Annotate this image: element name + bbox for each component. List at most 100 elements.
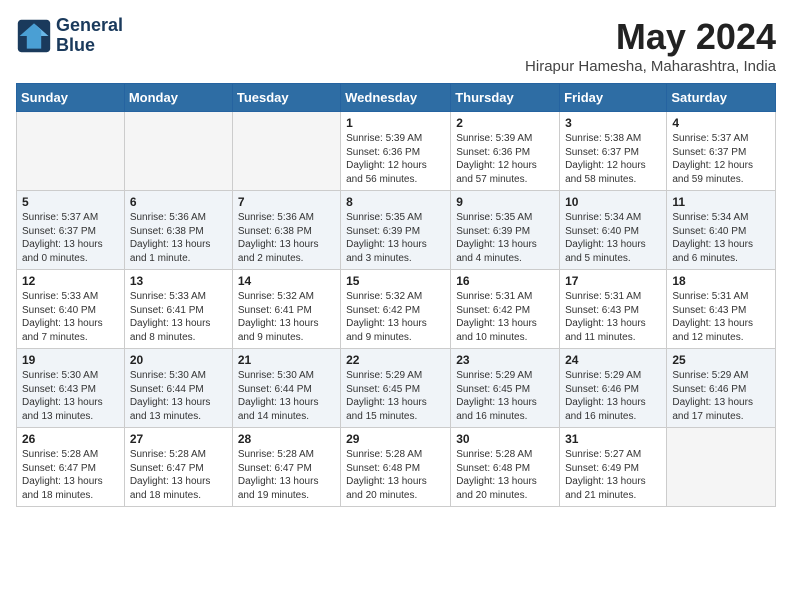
location: Hirapur Hamesha, Maharashtra, India bbox=[525, 58, 776, 75]
calendar-cell: 24 Sunrise: 5:29 AM Sunset: 6:46 PM Dayli… bbox=[560, 349, 667, 428]
day-info: Sunrise: 5:31 AM Sunset: 6:42 PM Dayligh… bbox=[456, 290, 554, 344]
day-number: 28 bbox=[238, 432, 335, 446]
day-info: Sunrise: 5:33 AM Sunset: 6:40 PM Dayligh… bbox=[22, 290, 119, 344]
day-number: 15 bbox=[346, 274, 445, 288]
day-number: 21 bbox=[238, 353, 335, 367]
day-info: Sunrise: 5:37 AM Sunset: 6:37 PM Dayligh… bbox=[672, 132, 770, 186]
calendar-cell: 14Sunrise: 5:32 AM Sunset: 6:41 PM Dayli… bbox=[232, 270, 340, 349]
day-of-week-header: Monday bbox=[124, 84, 232, 112]
calendar-header-row: SundayMondayTuesdayWednesdayThursdayFrid… bbox=[17, 84, 776, 112]
calendar-table: SundayMondayTuesdayWednesdayThursdayFrid… bbox=[16, 83, 776, 507]
day-info: Sunrise: 5:35 AM Sunset: 6:39 PM Dayligh… bbox=[456, 211, 554, 265]
calendar-week-row: 26Sunrise: 5:28 AM Sunset: 6:47 PM Dayli… bbox=[17, 428, 776, 507]
page-header: General Blue May 2024 Hirapur Hamesha, M… bbox=[16, 16, 776, 75]
day-number: 19 bbox=[22, 353, 119, 367]
day-info: Sunrise: 5:33 AM Sunset: 6:41 PM Dayligh… bbox=[130, 290, 227, 344]
calendar-cell: 7 Sunrise: 5:36 AM Sunset: 6:38 PM Daylig… bbox=[232, 191, 340, 270]
day-of-week-header: Friday bbox=[560, 84, 667, 112]
calendar-cell: 4Sunrise: 5:37 AM Sunset: 6:37 PM Daylig… bbox=[667, 112, 776, 191]
calendar-cell: 21 Sunrise: 5:30 AM Sunset: 6:44 PM Dayli… bbox=[232, 349, 340, 428]
day-info: Sunrise: 5:30 AM Sunset: 6:44 PM Dayligh… bbox=[130, 369, 227, 423]
day-number: 5 bbox=[22, 195, 119, 209]
calendar-cell bbox=[17, 112, 125, 191]
calendar-cell: 18 Sunrise: 5:31 AM Sunset: 6:43 PM Dayli… bbox=[667, 270, 776, 349]
calendar-cell: 27 Sunrise: 5:28 AM Sunset: 6:47 PM Dayli… bbox=[124, 428, 232, 507]
calendar-cell: 29 Sunrise: 5:28 AM Sunset: 6:48 PM Dayli… bbox=[341, 428, 451, 507]
month-year: May 2024 bbox=[525, 16, 776, 58]
day-info: Sunrise: 5:37 AM Sunset: 6:37 PM Dayligh… bbox=[22, 211, 119, 265]
calendar-cell: 17 Sunrise: 5:31 AM Sunset: 6:43 PM Dayli… bbox=[560, 270, 667, 349]
calendar-cell: 5 Sunrise: 5:37 AM Sunset: 6:37 PM Daylig… bbox=[17, 191, 125, 270]
day-number: 8 bbox=[346, 195, 445, 209]
calendar-cell: 22 Sunrise: 5:29 AM Sunset: 6:45 PM Dayli… bbox=[341, 349, 451, 428]
day-number: 23 bbox=[456, 353, 554, 367]
calendar-cell: 26Sunrise: 5:28 AM Sunset: 6:47 PM Dayli… bbox=[17, 428, 125, 507]
day-info: Sunrise: 5:36 AM Sunset: 6:38 PM Dayligh… bbox=[130, 211, 227, 265]
day-number: 18 bbox=[672, 274, 770, 288]
day-number: 29 bbox=[346, 432, 445, 446]
calendar-cell: 16 Sunrise: 5:31 AM Sunset: 6:42 PM Dayli… bbox=[451, 270, 560, 349]
day-number: 30 bbox=[456, 432, 554, 446]
day-number: 17 bbox=[565, 274, 661, 288]
calendar-cell: 20 Sunrise: 5:30 AM Sunset: 6:44 PM Dayli… bbox=[124, 349, 232, 428]
day-number: 9 bbox=[456, 195, 554, 209]
logo-line2: Blue bbox=[56, 36, 123, 56]
day-info: Sunrise: 5:32 AM Sunset: 6:42 PM Dayligh… bbox=[346, 290, 445, 344]
calendar-cell: 13 Sunrise: 5:33 AM Sunset: 6:41 PM Dayli… bbox=[124, 270, 232, 349]
calendar-cell bbox=[667, 428, 776, 507]
calendar-cell: 23 Sunrise: 5:29 AM Sunset: 6:45 PM Dayli… bbox=[451, 349, 560, 428]
day-info: Sunrise: 5:28 AM Sunset: 6:48 PM Dayligh… bbox=[346, 448, 445, 502]
day-info: Sunrise: 5:29 AM Sunset: 6:45 PM Dayligh… bbox=[456, 369, 554, 423]
day-info: Sunrise: 5:35 AM Sunset: 6:39 PM Dayligh… bbox=[346, 211, 445, 265]
day-info: Sunrise: 5:34 AM Sunset: 6:40 PM Dayligh… bbox=[672, 211, 770, 265]
day-info: Sunrise: 5:28 AM Sunset: 6:47 PM Dayligh… bbox=[130, 448, 227, 502]
day-of-week-header: Thursday bbox=[451, 84, 560, 112]
day-number: 22 bbox=[346, 353, 445, 367]
day-number: 31 bbox=[565, 432, 661, 446]
calendar-cell: 11Sunrise: 5:34 AM Sunset: 6:40 PM Dayli… bbox=[667, 191, 776, 270]
day-of-week-header: Tuesday bbox=[232, 84, 340, 112]
day-info: Sunrise: 5:36 AM Sunset: 6:38 PM Dayligh… bbox=[238, 211, 335, 265]
day-info: Sunrise: 5:28 AM Sunset: 6:48 PM Dayligh… bbox=[456, 448, 554, 502]
calendar-week-row: 19 Sunrise: 5:30 AM Sunset: 6:43 PM Dayli… bbox=[17, 349, 776, 428]
day-number: 7 bbox=[238, 195, 335, 209]
day-info: Sunrise: 5:28 AM Sunset: 6:47 PM Dayligh… bbox=[238, 448, 335, 502]
day-number: 2 bbox=[456, 116, 554, 130]
calendar-cell: 9 Sunrise: 5:35 AM Sunset: 6:39 PM Daylig… bbox=[451, 191, 560, 270]
calendar-cell: 6Sunrise: 5:36 AM Sunset: 6:38 PM Daylig… bbox=[124, 191, 232, 270]
logo: General Blue bbox=[16, 16, 123, 56]
calendar-week-row: 5 Sunrise: 5:37 AM Sunset: 6:37 PM Daylig… bbox=[17, 191, 776, 270]
calendar-cell bbox=[124, 112, 232, 191]
day-info: Sunrise: 5:29 AM Sunset: 6:46 PM Dayligh… bbox=[565, 369, 661, 423]
day-info: Sunrise: 5:31 AM Sunset: 6:43 PM Dayligh… bbox=[565, 290, 661, 344]
day-number: 10 bbox=[565, 195, 661, 209]
day-number: 16 bbox=[456, 274, 554, 288]
day-number: 14 bbox=[238, 274, 335, 288]
day-of-week-header: Sunday bbox=[17, 84, 125, 112]
day-of-week-header: Saturday bbox=[667, 84, 776, 112]
calendar-cell: 8 Sunrise: 5:35 AM Sunset: 6:39 PM Daylig… bbox=[341, 191, 451, 270]
day-number: 20 bbox=[130, 353, 227, 367]
calendar-cell: 15 Sunrise: 5:32 AM Sunset: 6:42 PM Dayli… bbox=[341, 270, 451, 349]
logo-line1: General bbox=[56, 16, 123, 36]
day-number: 27 bbox=[130, 432, 227, 446]
day-info: Sunrise: 5:27 AM Sunset: 6:49 PM Dayligh… bbox=[565, 448, 661, 502]
day-info: Sunrise: 5:30 AM Sunset: 6:44 PM Dayligh… bbox=[238, 369, 335, 423]
calendar-week-row: 12Sunrise: 5:33 AM Sunset: 6:40 PM Dayli… bbox=[17, 270, 776, 349]
day-number: 25 bbox=[672, 353, 770, 367]
calendar-cell: 31 Sunrise: 5:27 AM Sunset: 6:49 PM Dayli… bbox=[560, 428, 667, 507]
day-info: Sunrise: 5:38 AM Sunset: 6:37 PM Dayligh… bbox=[565, 132, 661, 186]
day-number: 3 bbox=[565, 116, 661, 130]
calendar-cell: 10Sunrise: 5:34 AM Sunset: 6:40 PM Dayli… bbox=[560, 191, 667, 270]
calendar-cell: 12Sunrise: 5:33 AM Sunset: 6:40 PM Dayli… bbox=[17, 270, 125, 349]
day-info: Sunrise: 5:30 AM Sunset: 6:43 PM Dayligh… bbox=[22, 369, 119, 423]
day-number: 24 bbox=[565, 353, 661, 367]
title-section: May 2024 Hirapur Hamesha, Maharashtra, I… bbox=[525, 16, 776, 75]
day-of-week-header: Wednesday bbox=[341, 84, 451, 112]
day-number: 13 bbox=[130, 274, 227, 288]
logo-icon bbox=[16, 18, 52, 54]
day-info: Sunrise: 5:39 AM Sunset: 6:36 PM Dayligh… bbox=[456, 132, 554, 186]
calendar-cell: 19 Sunrise: 5:30 AM Sunset: 6:43 PM Dayli… bbox=[17, 349, 125, 428]
day-info: Sunrise: 5:29 AM Sunset: 6:45 PM Dayligh… bbox=[346, 369, 445, 423]
day-info: Sunrise: 5:31 AM Sunset: 6:43 PM Dayligh… bbox=[672, 290, 770, 344]
